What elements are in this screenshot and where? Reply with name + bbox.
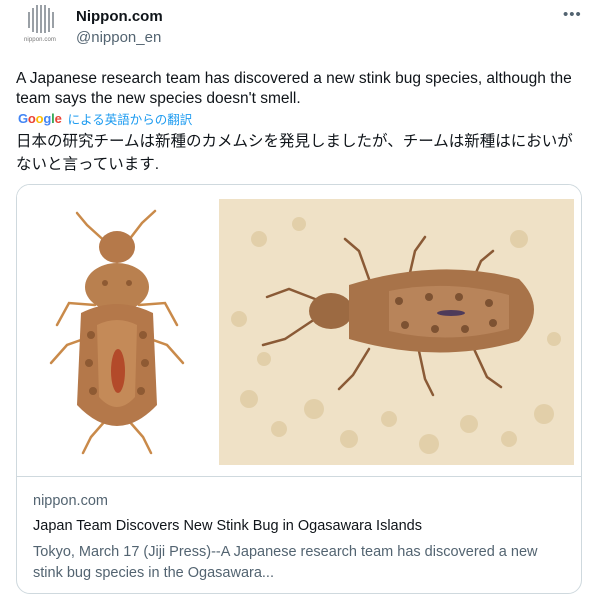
card-image[interactable]: [17, 185, 581, 477]
author-name[interactable]: Nippon.com: [76, 8, 163, 25]
link-card[interactable]: nippon.com Japan Team Discovers New Stin…: [16, 184, 582, 594]
translation-attribution[interactable]: Google による英語からの翻訳: [18, 109, 192, 128]
tweet-text: A Japanese research team has discovered …: [16, 70, 572, 107]
avatar[interactable]: nippon.com: [16, 2, 64, 48]
translate-label[interactable]: による英語からの翻訳: [68, 109, 193, 128]
bug-live-photo: [219, 199, 574, 465]
card-domain: nippon.com: [33, 493, 108, 509]
avatar-caption: nippon.com: [23, 37, 57, 43]
google-logo-icon: Google: [18, 111, 62, 126]
nippon-logo-icon: [28, 5, 54, 33]
bug-specimen-photo: [17, 185, 205, 476]
author-handle[interactable]: @nippon_en: [76, 29, 161, 46]
card-description: Tokyo, March 17 (Jiji Press)--A Japanese…: [33, 544, 538, 581]
translated-text: 日本の研究チームは新種のカメムシを発見しましたが、チームは新種はにおいがないと言…: [16, 133, 573, 173]
card-title[interactable]: Japan Team Discovers New Stink Bug in Og…: [33, 518, 422, 534]
more-horizontal-icon[interactable]: •••: [563, 6, 582, 23]
